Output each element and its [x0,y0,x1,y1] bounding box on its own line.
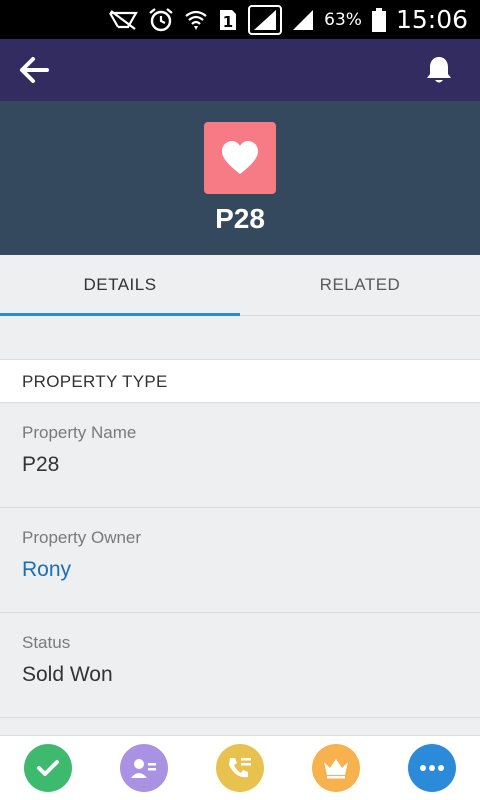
app-nav-bar [0,39,480,101]
active-tab-indicator [0,313,240,316]
bell-icon [427,57,451,83]
signal-muted-icon [108,8,139,32]
back-button[interactable] [16,53,52,87]
field-property-owner: Property Owner Rony [0,508,480,613]
status-bar: 1 63% 15:06 [0,0,480,39]
field-status: Status Sold Won [0,613,480,718]
new-opportunity-button[interactable] [312,744,360,792]
wifi-icon [184,8,208,32]
field-label: Status [22,633,71,652]
notifications-button[interactable] [422,53,456,87]
log-call-button[interactable] [216,744,264,792]
new-task-button[interactable] [24,744,72,792]
field-property-name: Property Name P28 [0,403,480,508]
more-actions-button[interactable] [408,744,456,792]
action-bar [0,735,480,800]
tab-bar: DETAILS RELATED [0,255,480,316]
cell-signal-icon [292,8,314,32]
heart-icon [222,141,258,174]
record-title: P28 [215,203,265,234]
more-icon [420,765,444,771]
field-value: Sold Won [22,663,113,686]
battery-icon [371,7,386,32]
field-label: Property Owner [22,528,142,547]
log-call-icon [229,758,251,778]
check-icon [37,760,59,776]
section-header[interactable]: PROPERTY TYPE [0,359,480,403]
contact-card-icon [131,759,156,778]
clock: 15:06 [395,5,468,34]
field-value: P28 [22,453,60,476]
section-title: PROPERTY TYPE [22,372,168,391]
crown-icon [324,759,348,779]
new-contact-button[interactable] [120,744,168,792]
field-label: Property Name [22,423,137,442]
sim-card-icon: 1 [218,8,238,32]
record-type-badge [204,122,276,194]
tab-details[interactable]: DETAILS [0,255,240,315]
tab-related[interactable]: RELATED [240,255,480,315]
battery-percentage: 63% [324,9,362,30]
svg-text:1: 1 [223,13,233,31]
cell-signal-icon [248,4,283,35]
property-owner-link[interactable]: Rony [22,558,71,582]
back-arrow-icon [20,57,49,83]
alarm-icon [148,7,174,32]
record-header: P28 [0,101,480,255]
